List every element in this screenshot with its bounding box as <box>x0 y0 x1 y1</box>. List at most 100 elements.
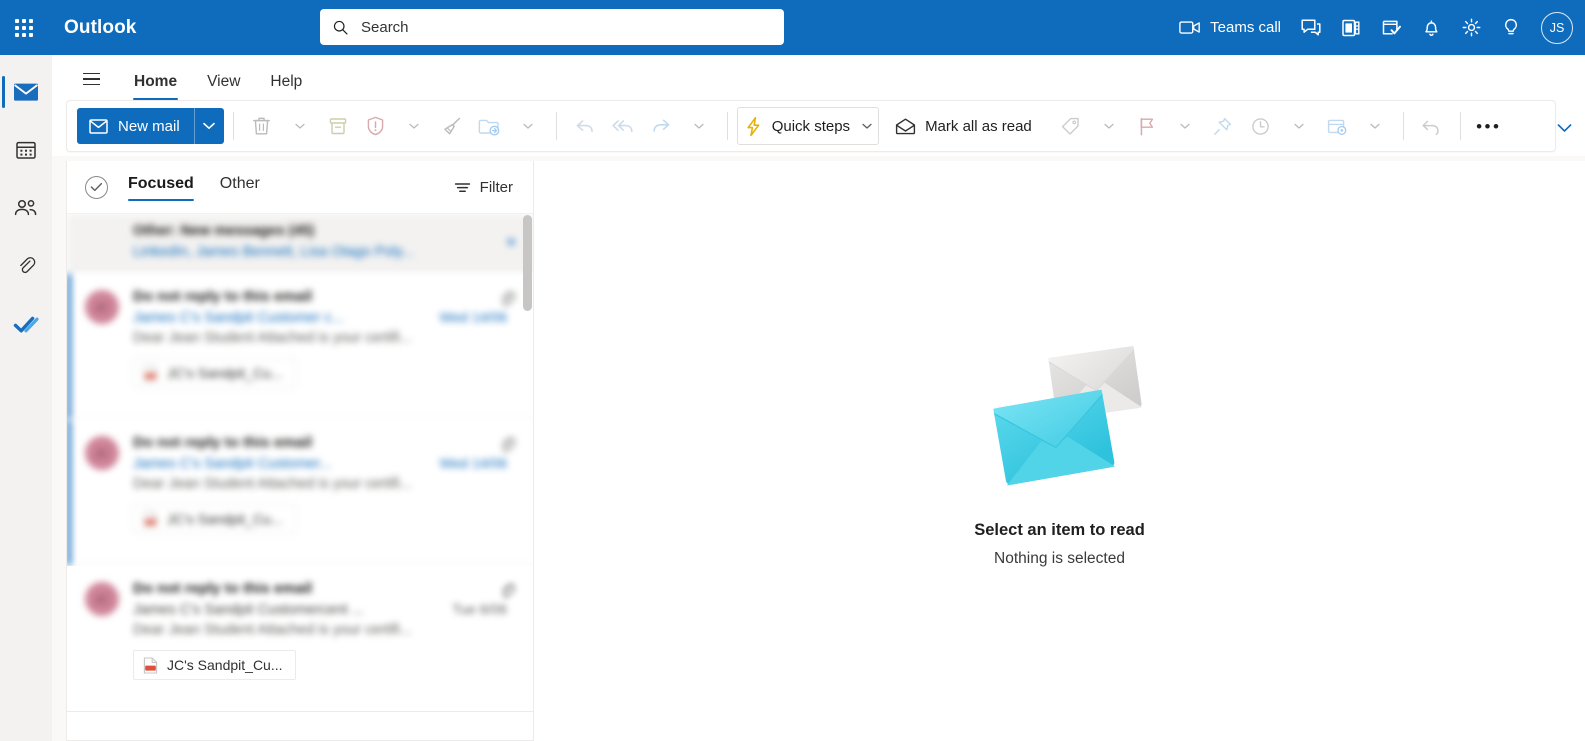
rail-item-files[interactable] <box>2 241 50 291</box>
to-do-icon <box>1382 20 1401 35</box>
app-launcher-button[interactable] <box>0 0 48 55</box>
more-options-button[interactable]: ••• <box>1470 107 1508 145</box>
new-mail-envelope-icon <box>89 118 108 134</box>
pdf-file-icon <box>143 364 158 382</box>
forward-dropdown-button[interactable] <box>680 107 718 145</box>
tips-button[interactable] <box>1491 8 1531 48</box>
reply-all-button[interactable] <box>604 107 642 145</box>
chevron-down-icon <box>409 123 419 129</box>
other-new-messages-banner[interactable]: Other: New messages (45) LinkedIn, James… <box>67 214 533 274</box>
archive-button[interactable] <box>319 107 357 145</box>
divider <box>555 112 557 140</box>
rules-button[interactable] <box>1318 107 1356 145</box>
search-box[interactable] <box>320 9 784 45</box>
quick-steps-button[interactable]: Quick steps <box>738 107 856 145</box>
report-dropdown-button[interactable] <box>395 107 433 145</box>
rail-item-to-do[interactable] <box>2 299 50 349</box>
rail-item-mail[interactable] <box>2 67 50 117</box>
message-preview: Dear Jean Student Attached is your certi… <box>133 622 412 638</box>
quick-steps-dropdown-button[interactable] <box>856 123 878 130</box>
delete-dropdown-button[interactable] <box>281 107 319 145</box>
attachment-chip[interactable]: JC's Sandpit_Cu... <box>133 504 296 534</box>
chat-icon <box>1301 18 1321 36</box>
notifications-button[interactable] <box>1411 8 1451 48</box>
new-mail-main[interactable]: New mail <box>77 108 194 144</box>
pivot-other[interactable]: Other <box>220 175 260 199</box>
message-list-scrollbar[interactable] <box>523 215 532 311</box>
flag-button[interactable] <box>1128 107 1166 145</box>
settings-button[interactable] <box>1451 8 1491 48</box>
paperclip-icon <box>20 257 36 274</box>
pin-button[interactable] <box>1204 107 1242 145</box>
chat-button[interactable] <box>1291 8 1331 48</box>
delete-button[interactable] <box>243 107 281 145</box>
move-to-button[interactable] <box>471 107 509 145</box>
top-app-bar: Outlook Teams call <box>0 0 1585 55</box>
delete-icon <box>253 117 271 135</box>
to-do-button[interactable] <box>1371 8 1411 48</box>
reply-all-icon <box>612 120 633 133</box>
undo-icon <box>1422 120 1440 135</box>
teams-call-button[interactable]: Teams call <box>1171 8 1291 48</box>
new-mail-label: New mail <box>118 117 180 135</box>
rules-dropdown-button[interactable] <box>1356 107 1394 145</box>
attachment-chip[interactable]: JC's Sandpit_Cu... <box>133 358 296 388</box>
people-icon <box>14 199 37 216</box>
chevron-down-icon <box>523 123 533 129</box>
menu-toggle-button[interactable] <box>74 62 108 96</box>
onenote-feed-button[interactable] <box>1331 8 1371 48</box>
paperclip-icon <box>501 583 516 598</box>
report-button[interactable] <box>357 107 395 145</box>
tab-home[interactable]: Home <box>122 73 189 100</box>
pivot-focused[interactable]: Focused <box>128 175 194 201</box>
attachment-chip[interactable]: JC's Sandpit_Cu... <box>133 650 296 680</box>
new-mail-button[interactable]: New mail <box>77 108 224 144</box>
teams-call-icon <box>1179 21 1200 34</box>
report-shield-icon <box>367 116 384 136</box>
flag-dropdown-button[interactable] <box>1166 107 1204 145</box>
snooze-button[interactable] <box>1242 107 1280 145</box>
message-subject: Do not reply to this email <box>133 434 313 451</box>
mark-all-as-read-button[interactable]: Mark all as read <box>889 107 1038 145</box>
chevron-down-icon <box>295 123 305 129</box>
pdf-file-icon <box>143 656 158 674</box>
message-list-scroll-area[interactable]: Other: New messages (45) LinkedIn, James… <box>67 214 533 740</box>
tag-button[interactable] <box>1052 107 1090 145</box>
search-input[interactable] <box>359 17 772 37</box>
tag-dropdown-button[interactable] <box>1090 107 1128 145</box>
message-list-item[interactable]: JC Do not reply to this email James C's … <box>67 274 533 420</box>
select-all-button[interactable] <box>85 175 108 199</box>
message-list-item[interactable]: JC Do not reply to this email James C's … <box>67 566 533 712</box>
mark-all-as-read-label: Mark all as read <box>925 117 1032 135</box>
avatar: JC <box>85 582 119 616</box>
chevron-down-icon <box>1557 124 1571 132</box>
filter-icon <box>454 182 470 192</box>
snooze-dropdown-button[interactable] <box>1280 107 1318 145</box>
undo-button[interactable] <box>1413 107 1451 145</box>
ribbon-collapse-button[interactable] <box>1551 115 1577 141</box>
pdf-file-icon <box>143 510 158 528</box>
ribbon-tabs: Home View Help <box>52 55 1585 100</box>
rail-item-people[interactable] <box>2 183 50 233</box>
forward-button[interactable] <box>642 107 680 145</box>
user-avatar[interactable]: JS <box>1541 11 1573 44</box>
chevron-down-icon <box>694 123 704 129</box>
new-mail-dropdown-button[interactable] <box>193 108 224 144</box>
message-list-item[interactable]: JC Do not reply to this email James C's … <box>67 420 533 566</box>
snooze-clock-icon <box>1252 117 1270 135</box>
tab-help[interactable]: Help <box>258 73 314 100</box>
reply-button[interactable] <box>566 107 604 145</box>
two-envelopes-illustration <box>992 346 1142 486</box>
avatar: JC <box>85 290 119 324</box>
sweep-button[interactable] <box>433 107 471 145</box>
filter-button[interactable]: Filter <box>448 175 519 200</box>
checkmark-icon <box>90 182 103 192</box>
move-to-dropdown-button[interactable] <box>509 107 547 145</box>
rail-item-calendar[interactable] <box>2 125 50 175</box>
checkmark-icon <box>13 316 39 333</box>
ribbon: Home View Help New mail Quick steps Mark… <box>52 55 1585 156</box>
other-banner-title: Other: New messages (45) <box>133 223 315 239</box>
flag-icon <box>1140 117 1153 135</box>
close-icon[interactable]: ✕ <box>505 234 517 251</box>
tab-view[interactable]: View <box>195 73 252 100</box>
